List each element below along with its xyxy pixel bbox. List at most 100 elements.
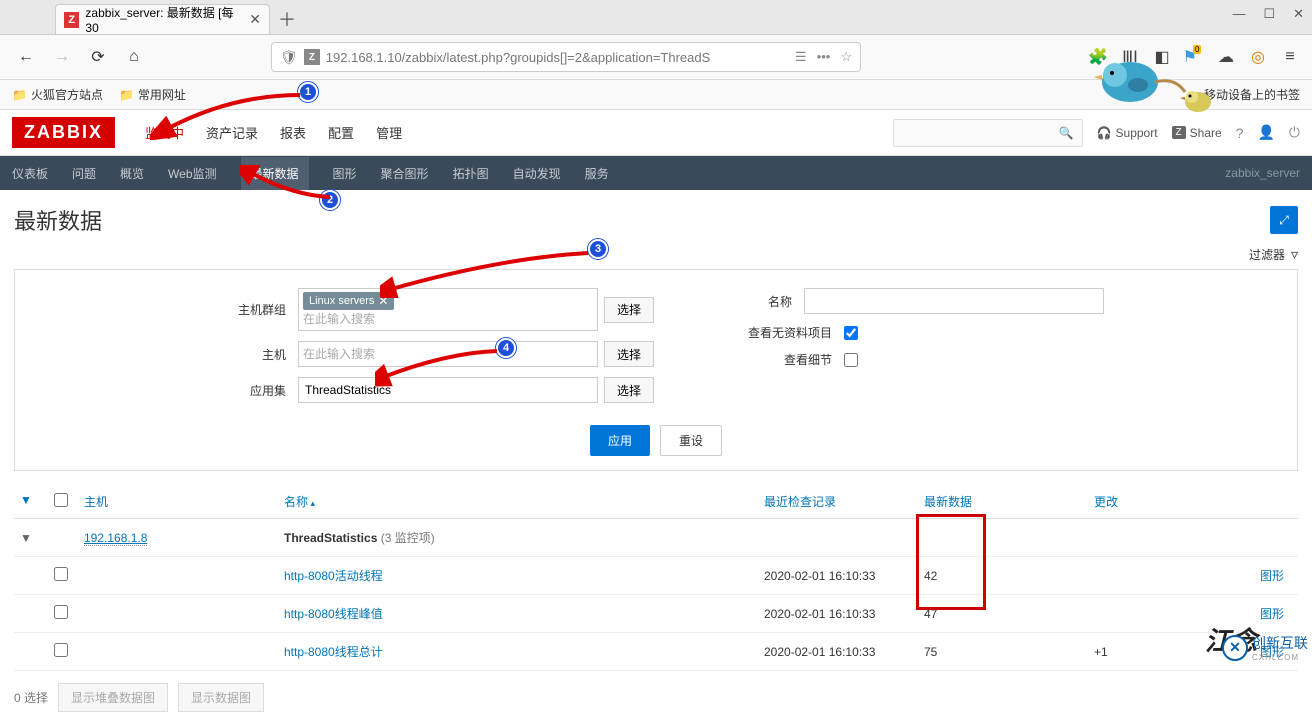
annotation-badge-2: 2: [320, 190, 340, 210]
graph-link[interactable]: 图形: [1260, 569, 1284, 583]
collapse-icon[interactable]: ▼: [20, 531, 54, 545]
reader-icon[interactable]: ☰: [795, 49, 807, 65]
subnav-web[interactable]: Web监测: [168, 165, 216, 182]
bookmark-mobile[interactable]: 移动设备上的书签: [1204, 86, 1300, 103]
annotation-badge-4: 4: [496, 338, 516, 358]
table-row: http-8080活动线程 2020-02-01 16:10:33 42 图形: [14, 557, 1298, 595]
hostgroup-multiselect[interactable]: Linux servers✕ 在此输入搜索: [298, 288, 598, 331]
cell-value: 42: [924, 569, 1094, 583]
nodata-checkbox[interactable]: [844, 326, 858, 340]
chip-remove-icon[interactable]: ✕: [378, 294, 388, 308]
nav-inventory[interactable]: 资产记录: [206, 123, 258, 142]
new-tab-button[interactable]: ＋: [270, 4, 304, 34]
subnav-services[interactable]: 服务: [585, 165, 609, 182]
appset-select-button[interactable]: 选择: [604, 377, 654, 403]
maximize-icon[interactable]: ☐: [1263, 6, 1275, 22]
item-link[interactable]: http-8080活动线程: [284, 569, 383, 583]
nav-monitoring[interactable]: 监测中: [145, 123, 184, 142]
sidebar-icon[interactable]: ◧: [1152, 47, 1172, 67]
hostgroup-select-button[interactable]: 选择: [604, 297, 654, 323]
zabbix-logo[interactable]: ZABBIX: [12, 117, 115, 148]
item-link[interactable]: http-8080线程峰值: [284, 607, 383, 621]
subnav-discovery[interactable]: 自动发现: [513, 165, 561, 182]
apply-button[interactable]: 应用: [590, 425, 650, 456]
item-link[interactable]: http-8080线程总计: [284, 645, 383, 659]
power-icon[interactable]: ⏻: [1289, 124, 1300, 141]
library-icon[interactable]: ⅢⅠ: [1120, 47, 1140, 67]
close-window-icon[interactable]: ✕: [1293, 6, 1304, 22]
flag-icon[interactable]: ⚑0: [1184, 47, 1204, 67]
annotation-badge-3: 3: [588, 239, 608, 259]
stacked-graph-button[interactable]: 显示堆叠数据图: [58, 683, 168, 712]
host-select-button[interactable]: 选择: [604, 341, 654, 367]
back-button[interactable]: ←: [12, 43, 40, 71]
subnav-graphs[interactable]: 图形: [333, 165, 357, 182]
nav-reports[interactable]: 报表: [280, 123, 306, 142]
ext3-icon[interactable]: ◎: [1248, 47, 1268, 67]
select-all-checkbox[interactable]: [54, 493, 68, 507]
forward-button[interactable]: →: [48, 43, 76, 71]
minimize-icon[interactable]: —: [1232, 6, 1245, 22]
row-checkbox[interactable]: [54, 643, 68, 657]
host-link[interactable]: 192.168.1.8: [84, 531, 147, 546]
header-change[interactable]: 更改: [1094, 493, 1214, 510]
extension-puzzle-icon[interactable]: 🧩: [1088, 47, 1108, 67]
server-label: zabbix_server: [1225, 166, 1300, 180]
folder-icon: 📁: [119, 88, 134, 102]
subnav-screens[interactable]: 聚合图形: [381, 165, 429, 182]
main-nav: 监测中 资产记录 报表 配置 管理: [145, 123, 402, 142]
selected-count: 0 选择: [14, 689, 48, 706]
header-lastcheck[interactable]: 最近检查记录: [764, 493, 924, 510]
menu-icon[interactable]: ≡: [1280, 47, 1300, 67]
nav-admin[interactable]: 管理: [376, 123, 402, 142]
tab-close-icon[interactable]: ✕: [249, 11, 261, 28]
header-host[interactable]: 主机: [84, 493, 284, 510]
browser-tab[interactable]: Z zabbix_server: 最新数据 [每30 ✕: [55, 4, 270, 34]
fullscreen-button[interactable]: ⤢: [1270, 206, 1298, 234]
application-group-row: ▼ 192.168.1.8 ThreadStatistics (3 监控项): [14, 519, 1298, 557]
url-bar[interactable]: 🛡 Z 192.168.1.10/zabbix/latest.php?group…: [271, 42, 861, 72]
global-search[interactable]: 🔍: [893, 119, 1083, 147]
support-link[interactable]: 🎧Support: [1097, 126, 1158, 140]
bookmark-star-icon[interactable]: ☆: [840, 49, 852, 65]
filter-label[interactable]: 过滤器: [1249, 246, 1285, 263]
appset-input[interactable]: [298, 377, 598, 403]
watermark-logo-icon: ✕: [1222, 635, 1248, 661]
name-input[interactable]: [804, 288, 1104, 314]
subnav-latest[interactable]: 最新数据: [241, 157, 309, 190]
more-icon[interactable]: •••: [817, 49, 831, 65]
browser-tab-strip: Z zabbix_server: 最新数据 [每30 ✕ ＋ — ☐ ✕: [0, 0, 1312, 35]
ext2-icon[interactable]: ☁: [1216, 47, 1236, 67]
reload-button[interactable]: ⟳: [84, 43, 112, 71]
graph-link[interactable]: 图形: [1260, 607, 1284, 621]
header-name[interactable]: 名称: [284, 493, 764, 510]
details-checkbox[interactable]: [844, 353, 858, 367]
bookmark-firefox[interactable]: 📁火狐官方站点: [12, 86, 103, 103]
nav-config[interactable]: 配置: [328, 123, 354, 142]
row-checkbox[interactable]: [54, 567, 68, 581]
subnav-problems[interactable]: 问题: [72, 165, 96, 182]
share-link[interactable]: ZShare: [1172, 126, 1222, 140]
bookmark-common[interactable]: 📁常用网址: [119, 86, 186, 103]
subnav-dashboard[interactable]: 仪表板: [12, 165, 48, 182]
filter-funnel-icon[interactable]: ▿: [1291, 246, 1298, 263]
cell-time: 2020-02-01 16:10:33: [764, 569, 924, 583]
hostgroup-chip[interactable]: Linux servers✕: [303, 292, 394, 310]
home-button[interactable]: ⌂: [120, 43, 148, 71]
help-icon[interactable]: ?: [1236, 125, 1244, 141]
table-row: http-8080线程峰值 2020-02-01 16:10:33 47 图形: [14, 595, 1298, 633]
expand-all-icon[interactable]: ▼: [20, 493, 54, 510]
search-icon: 🔍: [1059, 126, 1074, 140]
row-checkbox[interactable]: [54, 605, 68, 619]
reset-button[interactable]: 重设: [660, 425, 722, 456]
data-graph-button[interactable]: 显示数据图: [178, 683, 264, 712]
tab-favicon: Z: [64, 12, 79, 28]
subnav-maps[interactable]: 拓扑图: [453, 165, 489, 182]
host-multiselect[interactable]: 在此输入搜索: [298, 341, 598, 367]
header-lastvalue[interactable]: 最新数据: [924, 493, 1094, 510]
url-text: 192.168.1.10/zabbix/latest.php?groupids[…: [326, 50, 711, 65]
page-title-row: 最新数据 ⤢: [0, 190, 1312, 246]
user-icon[interactable]: 👤: [1257, 124, 1274, 141]
table-row: http-8080线程总计 2020-02-01 16:10:33 75 +1 …: [14, 633, 1298, 671]
subnav-overview[interactable]: 概览: [120, 165, 144, 182]
